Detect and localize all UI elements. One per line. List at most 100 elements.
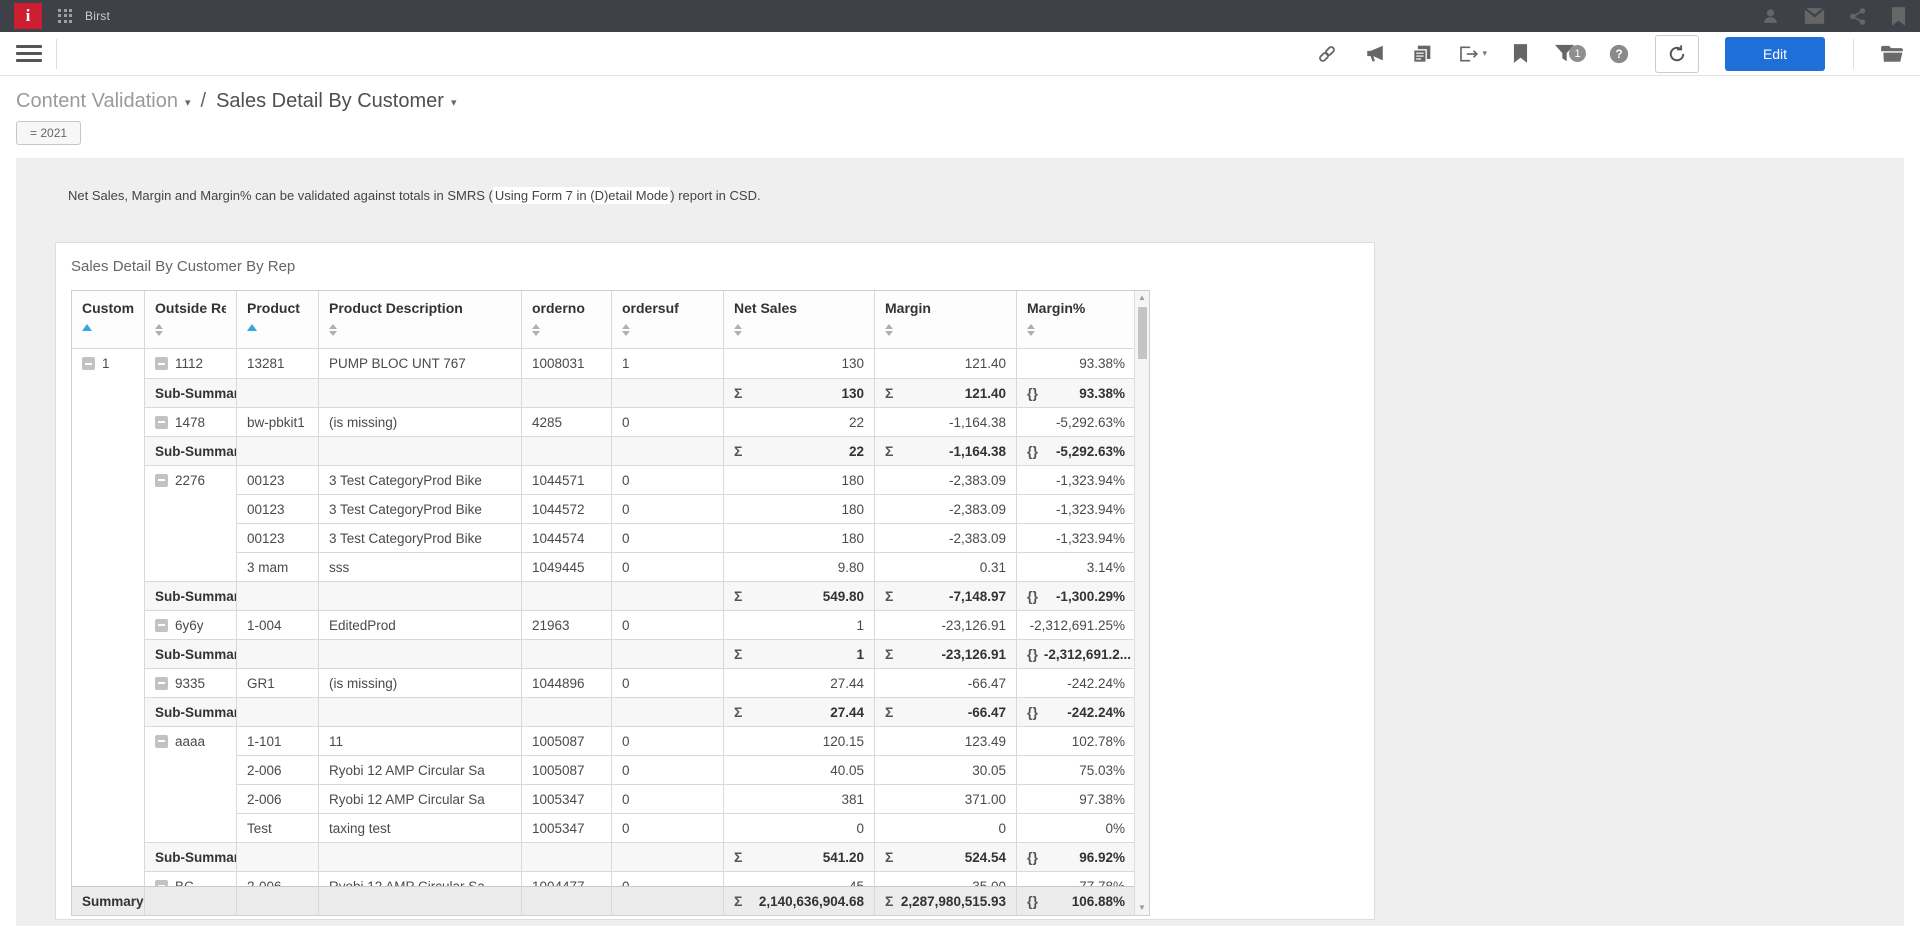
collapse-icon[interactable] [155, 677, 168, 690]
aggregate-cell: Σ-23,126.91 [875, 639, 1017, 668]
sub-summary-label: Sub-Summary [145, 697, 237, 726]
announce-icon[interactable] [1364, 44, 1386, 63]
cell-rep: 9335 [145, 668, 237, 697]
collapse-icon[interactable] [155, 619, 168, 632]
cell-ordersuf: 0 [612, 871, 724, 886]
bookmark-icon[interactable] [1513, 44, 1528, 63]
refresh-button[interactable] [1655, 35, 1699, 73]
column-header-product[interactable]: Product [237, 291, 319, 348]
column-header-margin[interactable]: Margin [875, 291, 1017, 348]
collapse-icon[interactable] [155, 416, 168, 429]
column-header-rep[interactable]: Outside Rep [145, 291, 237, 348]
aggregate-cell: Σ-7,148.97 [875, 581, 1017, 610]
sort-icon[interactable] [734, 324, 864, 336]
table-row: 3 mamsss104944509.800.313.14% [72, 552, 1135, 581]
cell-customer [72, 523, 145, 552]
menu-icon[interactable] [16, 41, 42, 66]
column-header-ordersuf[interactable]: ordersuf [612, 291, 724, 348]
sort-asc-icon[interactable] [82, 324, 134, 331]
aggregate-value: 121.40 [965, 386, 1006, 401]
cell-ordersuf: 0 [612, 813, 724, 842]
filter-icon[interactable]: 1 [1554, 44, 1575, 63]
cell-ordersuf: 0 [612, 784, 724, 813]
cell-margin_pct: -1,323.94% [1017, 465, 1135, 494]
sort-icon[interactable] [155, 324, 226, 336]
cell-rep [145, 886, 237, 915]
year-filter-chip[interactable]: = 2021 [16, 121, 81, 145]
sub-summary-label: Sub-Summary [145, 436, 237, 465]
breadcrumb-parent-caret-icon[interactable]: ▾ [185, 96, 191, 109]
edit-button[interactable]: Edit [1725, 37, 1825, 71]
cell-orderno: 1044896 [522, 668, 612, 697]
sort-icon[interactable] [885, 324, 1006, 336]
cell-orderno: 21963 [522, 610, 612, 639]
sort-up-triangle [734, 324, 742, 329]
cell-product: 3 mam [237, 552, 319, 581]
app-grid-icon[interactable] [58, 9, 73, 24]
aggregate-value: -1,300.29% [1056, 589, 1125, 604]
column-header-desc[interactable]: Product Description [319, 291, 522, 348]
aggregate-glyph: Σ [734, 893, 742, 909]
aggregate-cell: Σ2,140,636,904.68 [724, 886, 875, 915]
aggregate-cell: Σ27.44 [724, 697, 875, 726]
copy-icon[interactable] [1412, 44, 1432, 64]
cell-customer [72, 378, 145, 407]
link-icon[interactable] [1316, 43, 1338, 65]
export-icon[interactable]: ▾ [1458, 44, 1487, 64]
collapse-icon[interactable] [155, 474, 168, 487]
column-label: Margin [885, 300, 1006, 316]
cell-orderno: 1049445 [522, 552, 612, 581]
breadcrumb-parent[interactable]: Content Validation [16, 90, 178, 113]
cell-product: 13281 [237, 349, 319, 378]
aggregate-glyph: Σ [734, 849, 742, 865]
cell-orderno [522, 697, 612, 726]
cell-desc: EditedProd [319, 610, 522, 639]
sort-asc-icon[interactable] [247, 324, 308, 331]
scroll-down-icon[interactable]: ▼ [1138, 901, 1146, 915]
cell-customer [72, 668, 145, 697]
aggregate-glyph: {} [1027, 385, 1038, 401]
folder-icon[interactable] [1880, 44, 1904, 64]
aggregate-value: -242.24% [1067, 705, 1125, 720]
cell-desc: 3 Test CategoryProd Bike [319, 465, 522, 494]
cell-margin: 371.00 [875, 784, 1017, 813]
vertical-scrollbar[interactable]: ▲ ▼ [1134, 291, 1149, 915]
breadcrumb-current[interactable]: Sales Detail By Customer [216, 90, 444, 113]
aggregate-cell: Σ-1,164.38 [875, 436, 1017, 465]
cell-rep [145, 784, 237, 813]
share-icon[interactable] [1849, 7, 1867, 26]
aggregate-value: 22 [849, 444, 864, 459]
sort-icon[interactable] [1027, 324, 1125, 336]
aggregate-cell: Σ549.80 [724, 581, 875, 610]
infor-logo[interactable]: i [14, 3, 42, 29]
column-header-net_sales[interactable]: Net Sales [724, 291, 875, 348]
sort-up-triangle [1027, 324, 1035, 329]
collapse-icon[interactable] [82, 357, 95, 370]
cell-desc [319, 697, 522, 726]
aggregate-glyph: {} [1027, 849, 1038, 865]
cell-net_sales: 40.05 [724, 755, 875, 784]
column-header-margin_pct[interactable]: Margin% [1017, 291, 1135, 348]
column-header-orderno[interactable]: orderno [522, 291, 612, 348]
note-text: Net Sales, Margin and Margin% can be val… [68, 188, 493, 203]
cell-desc [319, 639, 522, 668]
mail-icon[interactable] [1804, 8, 1825, 24]
sort-icon[interactable] [329, 324, 511, 336]
help-icon[interactable]: ? [1609, 44, 1629, 64]
bookmark-ribbon-icon[interactable] [1891, 7, 1906, 26]
column-header-customer[interactable]: Customer [72, 291, 145, 348]
collapse-icon[interactable] [155, 735, 168, 748]
user-profile-icon[interactable] [1761, 7, 1780, 26]
sort-icon[interactable] [532, 324, 601, 336]
cell-customer [72, 842, 145, 871]
column-label: Customer [82, 300, 134, 316]
sort-icon[interactable] [622, 324, 713, 336]
aggregate-cell: Σ121.40 [875, 378, 1017, 407]
breadcrumb-current-caret-icon[interactable]: ▾ [451, 96, 457, 109]
collapse-icon[interactable] [155, 357, 168, 370]
scrollbar-thumb[interactable] [1138, 307, 1147, 359]
scroll-up-icon[interactable]: ▲ [1138, 291, 1146, 305]
cell-margin_pct: -1,323.94% [1017, 523, 1135, 552]
sort-down-triangle [155, 331, 163, 336]
cell-margin_pct: -2,312,691.25% [1017, 610, 1135, 639]
